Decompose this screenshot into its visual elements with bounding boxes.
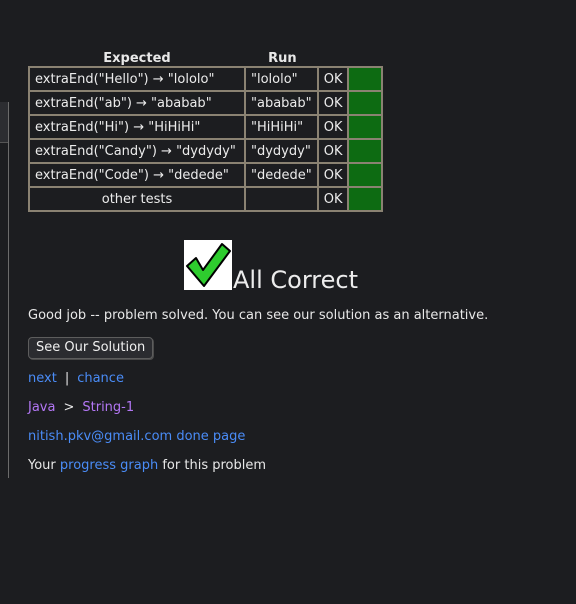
- table-row: extraEnd("Candy") → "dydydy" "dydydy" OK: [28, 140, 384, 164]
- progress-prefix: Your: [28, 458, 56, 473]
- run-cell: "ababab": [246, 92, 319, 116]
- expected-cell: other tests: [28, 188, 246, 212]
- status-cell: OK: [318, 164, 350, 188]
- run-cell: "lololo": [246, 66, 319, 92]
- test-results-table: Expected Run extraEnd("Hello") → "lololo…: [28, 47, 384, 212]
- header-expected: Expected: [103, 51, 171, 66]
- status-cell: OK: [318, 66, 350, 92]
- status-cell: OK: [318, 188, 350, 212]
- table-header-row: Expected Run: [28, 47, 383, 66]
- status-cell: OK: [318, 92, 350, 116]
- table-row: extraEnd("Hi") → "HiHiHi" "HiHiHi" OK: [28, 116, 384, 140]
- breadcrumb: Java > String-1: [28, 400, 134, 415]
- progress-suffix: for this problem: [162, 458, 267, 473]
- left-panel-tab: [0, 102, 8, 143]
- expected-cell: extraEnd("Hello") → "lololo": [28, 66, 246, 92]
- expected-cell: extraEnd("ab") → "ababab": [28, 92, 246, 116]
- expected-cell: extraEnd("Code") → "dedede": [28, 164, 246, 188]
- pass-indicator: [349, 164, 384, 188]
- user-email-link[interactable]: nitish.pkv@gmail.com: [28, 429, 172, 444]
- breadcrumb-separator: >: [63, 400, 75, 415]
- expected-cell: extraEnd("Hi") → "HiHiHi": [28, 116, 246, 140]
- run-cell: "HiHiHi": [246, 116, 319, 140]
- pass-indicator: [349, 92, 384, 116]
- result-title: All Correct: [233, 266, 358, 294]
- table-row: extraEnd("Hello") → "lololo" "lololo" OK: [28, 66, 384, 92]
- pass-indicator: [349, 188, 384, 212]
- result-message: Good job -- problem solved. You can see …: [28, 308, 489, 323]
- run-cell: "dedede": [246, 164, 319, 188]
- table-row: other tests OK: [28, 188, 384, 212]
- header-run: Run: [268, 51, 297, 66]
- progress-graph-link[interactable]: progress graph: [60, 458, 158, 473]
- pass-indicator: [349, 140, 384, 164]
- nav-separator: |: [64, 371, 70, 386]
- table-row: extraEnd("Code") → "dedede" "dedede" OK: [28, 164, 384, 188]
- status-cell: OK: [318, 140, 350, 164]
- expected-cell: extraEnd("Candy") → "dydydy": [28, 140, 246, 164]
- breadcrumb-section-link[interactable]: String-1: [82, 400, 134, 415]
- chance-link[interactable]: chance: [77, 371, 124, 386]
- breadcrumb-java-link[interactable]: Java: [28, 400, 55, 415]
- done-page-link[interactable]: done page: [176, 429, 245, 444]
- next-link[interactable]: next: [28, 371, 57, 386]
- problem-nav: next | chance: [28, 371, 124, 386]
- checkmark-icon: [184, 240, 232, 290]
- pass-indicator: [349, 66, 384, 92]
- table-row: extraEnd("ab") → "ababab" "ababab" OK: [28, 92, 384, 116]
- left-panel-edge: [0, 102, 9, 478]
- pass-indicator: [349, 116, 384, 140]
- progress-line: Your progress graph for this problem: [28, 458, 266, 473]
- run-cell: "dydydy": [246, 140, 319, 164]
- status-cell: OK: [318, 116, 350, 140]
- run-cell: [246, 188, 319, 212]
- user-line: nitish.pkv@gmail.com done page: [28, 429, 245, 444]
- see-solution-button[interactable]: See Our Solution: [28, 337, 154, 359]
